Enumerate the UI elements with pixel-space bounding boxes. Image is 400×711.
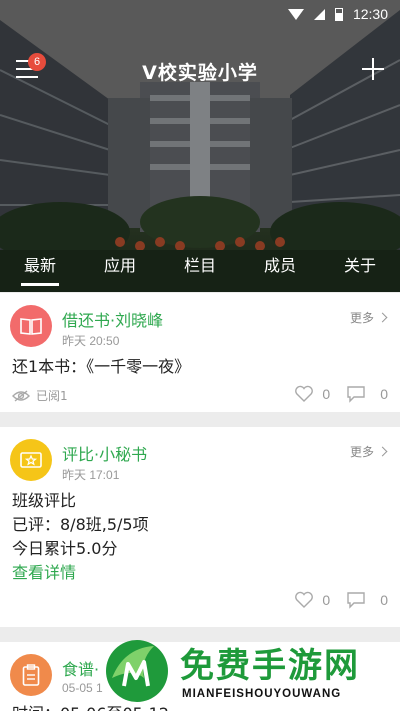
feed-card-borrow[interactable]: 借还书·刘晓峰 昨天 20:50 更多 还1本书：《一千零一夜》 已阅1 0 0 [0,293,400,412]
heart-icon[interactable] [294,591,314,609]
rating-avatar [10,439,52,481]
comment-icon[interactable] [346,591,366,609]
comment-icon[interactable] [346,385,366,403]
more-button[interactable]: 更多 [349,443,388,460]
more-label: 更多 [349,445,374,459]
clipboard-icon [22,664,40,686]
menu-avatar [10,654,52,696]
chevron-right-icon [377,312,388,323]
more-label: 更多 [349,311,374,325]
card-time: 昨天 17:01 [62,468,120,482]
like-count: 0 [322,386,331,402]
like-count: 0 [322,592,331,608]
card-actions: 0 0 [294,385,388,403]
body-line: 班级评比 [12,491,77,510]
card-time: 05-05 1 [62,681,103,695]
read-status: 已阅1 [12,387,68,404]
card-body: 班级评比 已评：8/8班,5/5项 今日累计5.0分 查看详情 [12,489,149,585]
card-actions: 0 0 [294,591,388,609]
header-banner: 12:30 6 V校实验小学 最新 应用 栏目 成员 关于 [0,0,400,292]
card-body: 还1本书：《一千零一夜》 [12,357,191,376]
feed-card-rating[interactable]: 评比·小秘书 昨天 17:01 更多 班级评比 已评：8/8班,5/5项 今日累… [0,427,400,627]
status-time: 12:30 [352,6,388,22]
view-details-link[interactable]: 查看详情 [12,561,149,585]
eye-icon [12,389,30,402]
book-icon [20,318,42,335]
signal-icon [313,8,325,20]
tab-apps[interactable]: 应用 [80,252,160,292]
watermark-logo [106,640,168,702]
read-count: 已阅1 [36,389,68,403]
watermark-title: 免费手游网 [180,646,360,686]
tab-bar: 最新 应用 栏目 成员 关于 [0,252,400,292]
heart-icon[interactable] [294,385,314,403]
watermark: 免费手游网 MIANFEISHOUYOUWANG [104,636,400,711]
body-line: 已评：8/8班,5/5项 [12,515,149,534]
wifi-icon [287,8,304,20]
book-avatar [10,305,52,347]
comment-count: 0 [380,592,388,608]
tab-about[interactable]: 关于 [320,252,400,292]
more-button[interactable]: 更多 [349,309,388,326]
status-bar: 12:30 [0,0,400,28]
card-title[interactable]: 食谱· [62,656,99,680]
card-title[interactable]: 借还书·刘晓峰 [62,307,163,331]
card-time: 昨天 20:50 [62,334,120,348]
body-line: 今日累计5.0分 [12,539,118,558]
page-title: V校实验小学 [142,62,258,84]
chevron-right-icon [377,446,388,457]
battery-icon [334,7,343,21]
card-title[interactable]: 评比·小秘书 [62,441,147,465]
certificate-icon [20,452,42,468]
tab-columns[interactable]: 栏目 [160,252,240,292]
tab-members[interactable]: 成员 [240,252,320,292]
tab-latest[interactable]: 最新 [0,252,80,292]
watermark-subtitle: MIANFEISHOUYOUWANG [182,688,342,700]
comment-count: 0 [380,386,388,402]
add-icon[interactable] [362,58,384,80]
